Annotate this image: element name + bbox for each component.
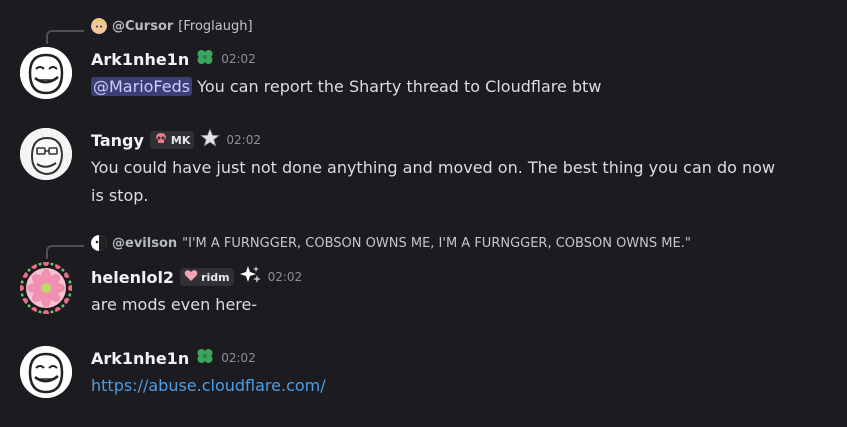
username[interactable]: Ark1nhe1n [91, 50, 189, 69]
message-text: are mods even here- [91, 295, 258, 314]
message-link[interactable]: https://abuse.cloudflare.com/ [91, 376, 326, 395]
avatar[interactable] [91, 18, 107, 34]
reply-author[interactable]: @Cursor [112, 19, 173, 34]
clover-icon [195, 48, 215, 70]
avatar[interactable] [20, 47, 72, 99]
message-text: is stop. [91, 186, 149, 205]
reply-spine [46, 30, 84, 44]
timestamp[interactable]: 02:02 [268, 270, 303, 284]
tag-label: ridm [201, 270, 230, 284]
timestamp[interactable]: 02:02 [226, 133, 261, 147]
user-mention[interactable]: @MarioFeds [91, 77, 193, 96]
avatar[interactable] [20, 346, 72, 398]
tag-label: MK [170, 133, 191, 147]
avatar[interactable] [20, 262, 72, 314]
role-tag[interactable]: ridm [180, 268, 234, 286]
message-text: You could have just not done anything an… [91, 158, 776, 177]
sparkle-icon [239, 265, 262, 289]
message-header: helenlol2 ridm 02:02 [91, 266, 302, 288]
star-icon [200, 128, 221, 152]
message-header: Ark1nhe1n 02:02 [91, 48, 256, 70]
message-header: Ark1nhe1n 02:02 [91, 347, 256, 369]
timestamp[interactable]: 02:02 [221, 52, 256, 66]
message-header: Tangy MK 02:02 [91, 128, 261, 152]
reply-preview[interactable]: @evilson "I'M A FURNGGER, COBSON OWNS ME… [91, 235, 691, 251]
message-content: @MarioFeds You can report the Sharty thr… [91, 73, 601, 101]
avatar[interactable] [91, 235, 107, 251]
reply-spine [46, 245, 84, 259]
username[interactable]: helenlol2 [91, 268, 174, 287]
reply-text[interactable]: "I'M A FURNGGER, COBSON OWNS ME, I'M A F… [182, 236, 691, 251]
clover-icon [195, 347, 215, 369]
reply-preview[interactable]: @Cursor [Froglaugh] [91, 18, 253, 34]
chat-messages: @Cursor [Froglaugh] Ark1nhe1n 02:02 @Mar… [0, 0, 847, 427]
username[interactable]: Tangy [91, 131, 144, 150]
avatar[interactable] [20, 128, 72, 180]
username[interactable]: Ark1nhe1n [91, 349, 189, 368]
message-content: You could have just not done anything an… [91, 154, 775, 210]
skull-icon [154, 132, 168, 148]
message-text: You can report the Sharty thread to Clou… [192, 77, 602, 96]
reply-author[interactable]: @evilson [112, 236, 177, 251]
timestamp[interactable]: 02:02 [221, 351, 256, 365]
reply-text[interactable]: [Froglaugh] [178, 19, 252, 34]
message-content: https://abuse.cloudflare.com/ [91, 372, 326, 400]
heart-icon [184, 269, 198, 285]
role-tag[interactable]: MK [149, 131, 195, 149]
message-content: are mods even here- [91, 291, 257, 319]
